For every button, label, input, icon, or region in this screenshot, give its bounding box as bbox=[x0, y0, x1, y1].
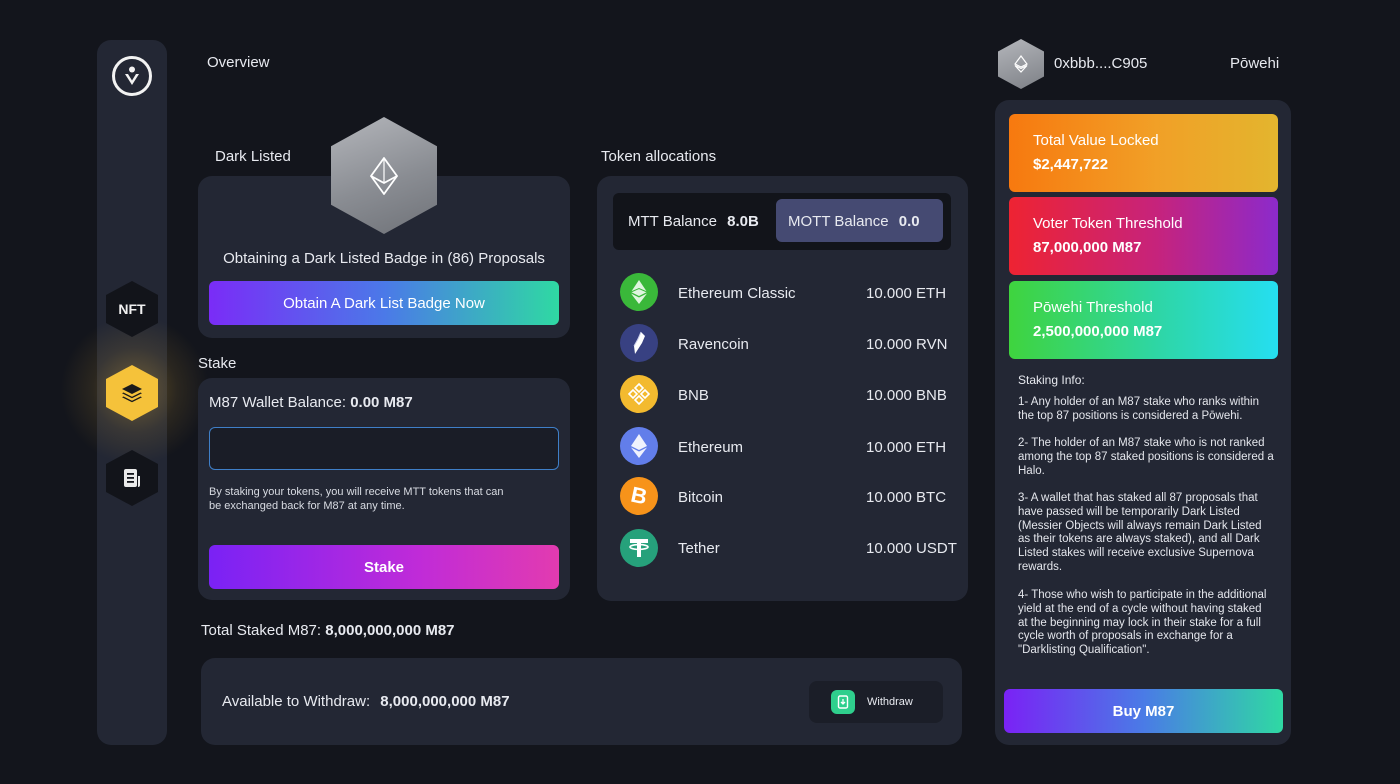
token-name: Ethereum Classic bbox=[678, 285, 796, 302]
available-label: Available to Withdraw: bbox=[222, 693, 371, 710]
dark-listed-title: Dark Listed bbox=[215, 148, 291, 165]
wallet-balance-value: 0.00 M87 bbox=[350, 394, 413, 411]
account-avatar[interactable] bbox=[998, 39, 1044, 89]
total-staked-label: Total Staked M87: bbox=[201, 622, 322, 639]
token-amount: 10.000 BNB bbox=[866, 387, 947, 404]
total-value-locked-card: Total Value Locked $2,447,722 bbox=[1009, 114, 1278, 192]
bnb-icon bbox=[620, 375, 658, 413]
stake-title: Stake bbox=[198, 355, 237, 372]
available-value: 8,000,000,000 M87 bbox=[380, 693, 510, 710]
token-allocations-title: Token allocations bbox=[601, 148, 717, 165]
staking-info-4: 4- Those who wish to participate in the … bbox=[1018, 589, 1267, 657]
token-name: Tether bbox=[678, 540, 720, 557]
stake-button[interactable]: Stake bbox=[209, 545, 559, 589]
bitcoin-icon: B bbox=[620, 477, 658, 515]
powehi-value: 2,500,000,000 M87 bbox=[1033, 323, 1163, 340]
token-name: Ravencoin bbox=[678, 336, 749, 353]
token-amount: 10.000 RVN bbox=[866, 336, 948, 353]
buy-m87-button[interactable]: Buy M87 bbox=[1004, 689, 1283, 733]
staking-info-3: 3- A wallet that has staked all 87 propo… bbox=[1018, 492, 1262, 573]
nft-icon: NFT bbox=[118, 301, 146, 317]
token-amount: 10.000 USDT bbox=[866, 540, 957, 557]
mtt-balance-value: 8.0B bbox=[727, 213, 759, 230]
ethereum-classic-icon bbox=[620, 273, 658, 311]
stake-amount-input[interactable] bbox=[209, 427, 559, 470]
dark-listed-progress: Obtaining a Dark Listed Badge in (86) Pr… bbox=[223, 250, 545, 267]
mott-balance-value: 0.0 bbox=[898, 213, 920, 230]
app-logo-icon[interactable] bbox=[112, 56, 152, 96]
available-withdraw: Available to Withdraw: 8,000,000,000 M87 bbox=[222, 693, 510, 710]
withdraw-button[interactable]: Withdraw bbox=[809, 681, 943, 723]
mtt-balance[interactable]: MTT Balance 8.0B bbox=[628, 213, 759, 230]
mott-balance-label: MOTT Balance bbox=[788, 213, 889, 230]
token-name: Ethereum bbox=[678, 439, 744, 456]
layers-icon bbox=[122, 384, 142, 403]
token-amount: 10.000 BTC bbox=[866, 489, 947, 506]
mtt-balance-label: MTT Balance bbox=[628, 213, 717, 230]
powehi-threshold-card: Pōwehi Threshold 2,500,000,000 M87 bbox=[1009, 281, 1278, 359]
ethereum-icon bbox=[370, 156, 398, 195]
stake-note: By staking your tokens, you will receive… bbox=[209, 486, 504, 512]
ethereum-icon bbox=[1014, 55, 1028, 73]
document-icon bbox=[124, 469, 140, 487]
obtain-badge-button[interactable]: Obtain A Dark List Badge Now bbox=[209, 281, 559, 325]
token-name: Bitcoin bbox=[678, 489, 724, 506]
voter-value: 87,000,000 M87 bbox=[1033, 239, 1142, 256]
token-amount: 10.000 ETH bbox=[866, 439, 947, 456]
page-title: Overview bbox=[207, 54, 270, 71]
staking-info-2: 2- The holder of an M87 stake who is not… bbox=[1018, 437, 1274, 477]
wallet-address[interactable]: 0xbbb....C905 bbox=[1054, 55, 1147, 72]
total-staked: Total Staked M87: 8,000,000,000 M87 bbox=[201, 622, 455, 639]
powehi-label: Pōwehi Threshold bbox=[1033, 299, 1153, 316]
tether-icon bbox=[620, 529, 658, 567]
username[interactable]: Pōwehi bbox=[1230, 55, 1279, 72]
wallet-balance-label: M87 Wallet Balance: bbox=[209, 394, 347, 411]
tvl-value: $2,447,722 bbox=[1033, 156, 1109, 173]
withdraw-icon bbox=[831, 690, 855, 714]
total-staked-value: 8,000,000,000 M87 bbox=[325, 622, 455, 639]
tvl-label: Total Value Locked bbox=[1033, 132, 1159, 149]
token-name: BNB bbox=[678, 387, 709, 404]
token-amount: 10.000 ETH bbox=[866, 285, 947, 302]
mott-balance[interactable]: MOTT Balance 0.0 bbox=[788, 213, 920, 230]
voter-threshold-card: Voter Token Threshold 87,000,000 M87 bbox=[1009, 197, 1278, 275]
staking-info-title: Staking Info: bbox=[1018, 373, 1085, 387]
wallet-balance: M87 Wallet Balance: 0.00 M87 bbox=[209, 394, 413, 411]
withdraw-label: Withdraw bbox=[867, 696, 913, 708]
ravencoin-icon bbox=[620, 324, 658, 362]
voter-label: Voter Token Threshold bbox=[1033, 215, 1183, 232]
ethereum-icon bbox=[620, 427, 658, 465]
staking-info-1: 1- Any holder of an M87 stake who ranks … bbox=[1018, 396, 1259, 422]
